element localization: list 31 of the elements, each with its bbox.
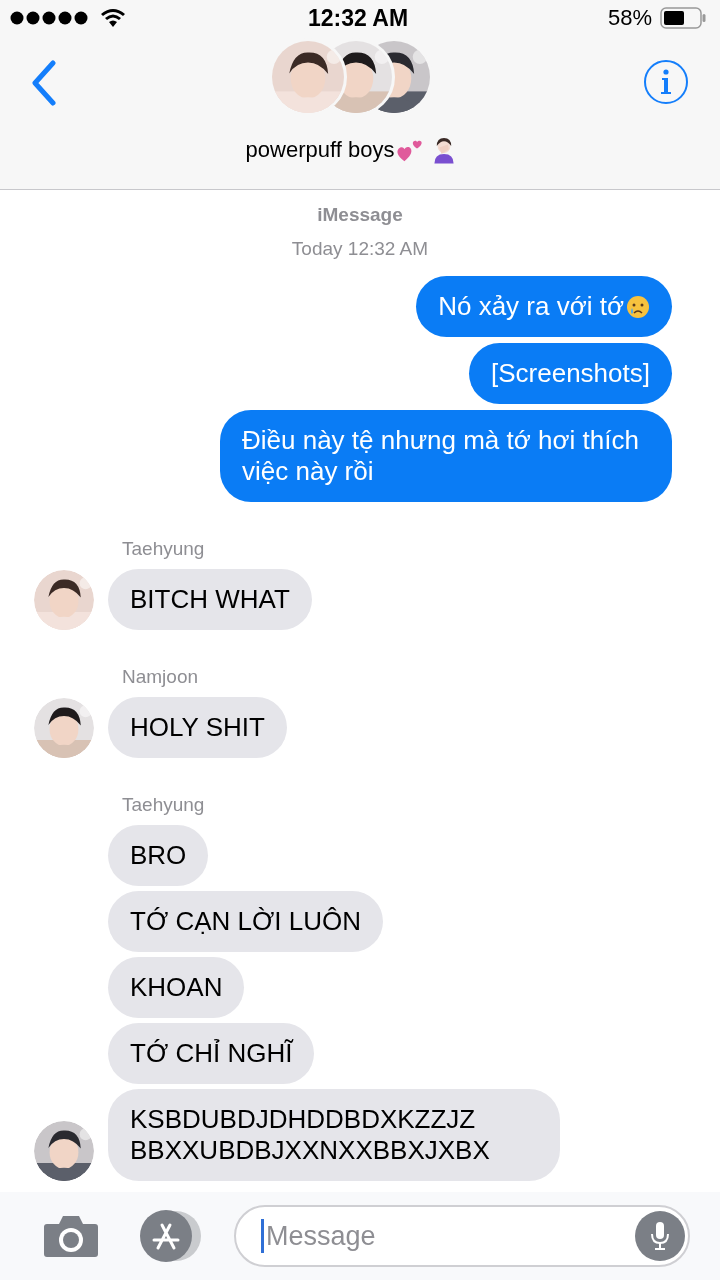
group-name[interactable]: powerpuff boys bbox=[245, 137, 395, 163]
sender-name: Taehyung bbox=[122, 794, 205, 816]
back-icon bbox=[31, 60, 57, 106]
message-bubble: KHOAN bbox=[108, 957, 245, 1018]
message-bubble: TỚ CẠN LỜI LUÔN bbox=[108, 891, 383, 952]
info-button[interactable] bbox=[642, 58, 690, 106]
message-bubble: [Screenshots] bbox=[469, 343, 672, 404]
battery-percent: 58% bbox=[607, 5, 652, 31]
message-bubble: Nó xảy ra với tớ bbox=[416, 276, 672, 337]
message-bubble: KSBDUBDJDHDDBDXKZZJZ BBXXUBDBJXXNXXBBXJXBX bbox=[108, 1089, 560, 1181]
message-bubble: HOLY SHIT bbox=[108, 697, 287, 758]
microphone-icon bbox=[650, 1221, 670, 1251]
wifi-icon bbox=[100, 8, 126, 28]
message-bubble: TỚ CHỈ NGHĨ bbox=[108, 1023, 315, 1084]
message-bubble: BRO bbox=[108, 825, 209, 886]
text-cursor bbox=[261, 1219, 264, 1253]
message-bubble: Điều này tệ nhưng mà tớ hơi thích việc này rồi bbox=[220, 410, 672, 502]
service-label: iMessage bbox=[317, 204, 403, 226]
timestamp: Today 12:32 AM bbox=[291, 238, 429, 260]
message-field[interactable]: Message bbox=[234, 1205, 690, 1267]
battery-icon bbox=[660, 7, 706, 29]
camera-icon bbox=[43, 1214, 99, 1258]
person-icon bbox=[432, 136, 457, 164]
hearts-icon bbox=[396, 138, 425, 162]
info-icon bbox=[643, 59, 689, 105]
message-bubble: BITCH WHAT bbox=[108, 569, 312, 630]
signal-icon bbox=[10, 11, 90, 25]
clock-time: 12:32 AM bbox=[307, 4, 409, 32]
crying-face-icon bbox=[626, 294, 650, 319]
sender-name: Taehyung bbox=[122, 538, 205, 560]
sender-name: Namjoon bbox=[122, 666, 199, 688]
